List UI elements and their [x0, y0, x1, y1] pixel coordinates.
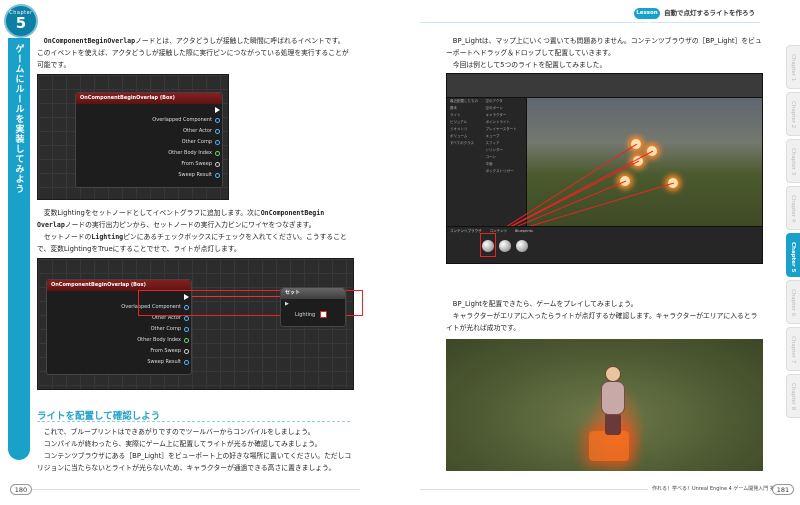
chapter-strip: ゲームにルールを実装してみよう: [8, 38, 30, 460]
set-node-title: セット: [281, 288, 345, 299]
pin-label: Other Body Index: [76, 148, 222, 159]
node-title: OnComponentBeginOverlap (Box): [76, 93, 222, 104]
header-rule: [420, 22, 760, 23]
ue4-editor-screenshot: 最近配置したもの 基本 ライト ビジュアル ジオメトリ ボリューム すべてのクラ…: [446, 73, 763, 264]
character-body: [601, 381, 625, 415]
chapter-tab-4[interactable]: Chapter 4: [786, 186, 800, 230]
lighting-checkbox[interactable]: [319, 311, 327, 318]
lesson-tag: Lesson 14: [634, 8, 660, 27]
chapter-tab-5[interactable]: Chapter 5: [786, 233, 800, 277]
chapter-tab-1[interactable]: Chapter 1: [786, 45, 800, 89]
character-head: [605, 366, 621, 382]
footer-book-title: 作れる！学べる！Unreal Engine 4 ゲーム開発入門 第2版: [652, 486, 784, 492]
chapter-badge-number: 5: [15, 14, 27, 32]
footer-rule-left: [30, 489, 360, 490]
pin-label: Sweep Result: [47, 357, 191, 368]
pin-label: Other Body Index: [47, 335, 191, 346]
blueprint-screenshot-1: OnComponentBeginOverlap (Box) Overlapped…: [37, 74, 229, 200]
set-node: セット ▶ Lighting: [280, 287, 346, 327]
chapter-tab-7[interactable]: Chapter 7: [786, 327, 800, 371]
blueprint-screenshot-2: OnComponentBeginOverlap (Box) Overlapped…: [37, 258, 363, 390]
asset-thumbnail[interactable]: [482, 240, 494, 252]
left-para-3: これで、ブループリントはできあがりですのでツールバーからコンパイルをしましょう。…: [37, 428, 352, 472]
character-legs: [605, 413, 621, 435]
overlap-event-node: OnComponentBeginOverlap (Box) Overlapped…: [75, 92, 223, 188]
left-para-2: 変数Lightingをセットノードとしてイベントグラフに追加します。次にOnCo…: [37, 209, 347, 253]
lesson-title: 自動で点灯するライトを作ろう: [664, 9, 755, 17]
page-number-left: 180: [10, 484, 32, 495]
pin-label: Overlapped Component: [76, 115, 222, 126]
page-number-right: 181: [772, 484, 794, 495]
section-rule: [37, 421, 350, 422]
right-para-1: BP_Lightは、マップ上にいくつ置いても問題ありません。コンテンツブラウザの…: [446, 37, 762, 69]
set-node-lighting: Lighting: [281, 310, 345, 321]
chapter-tabs: Chapter 1 Chapter 2 Chapter 3 Chapter 4 …: [786, 45, 800, 421]
chapter-tab-8[interactable]: Chapter 8: [786, 374, 800, 418]
content-browser-tab[interactable]: コンテンツブラウザ: [450, 229, 482, 234]
chapter-strip-title: ゲームにルールを実装してみよう: [13, 44, 24, 194]
footer-rule-right: [420, 489, 648, 490]
pin-label: Other Comp: [76, 137, 222, 148]
right-para-2: BP_Lightを配置できたら、ゲームをプレイしてみましょう。 キャラクターがエ…: [446, 300, 758, 332]
pin-label: Other Actor: [76, 126, 222, 137]
content-path[interactable]: Blueprints: [515, 229, 533, 234]
chapter-badge: Chapter 5: [4, 4, 38, 38]
asset-thumbnail[interactable]: [516, 240, 528, 252]
pin-label: From Sweep: [76, 159, 222, 170]
asset-thumbnail[interactable]: [499, 240, 511, 252]
chapter-tab-3[interactable]: Chapter 3: [786, 139, 800, 183]
chapter-tab-2[interactable]: Chapter 2: [786, 92, 800, 136]
chapter-tab-6[interactable]: Chapter 6: [786, 280, 800, 324]
pin-label: Other Comp: [47, 324, 191, 335]
left-para-1: OnComponentBeginOverlapノードとは、アクタどうしが接触した…: [37, 37, 349, 69]
section-heading: ライトを配置して確認しよう: [37, 411, 161, 422]
exec-out-pin: [76, 104, 222, 115]
light-floor-glow: [589, 431, 629, 461]
set-node-exec: ▶: [285, 301, 289, 307]
pin-label: From Sweep: [47, 346, 191, 357]
game-play-screenshot: [446, 339, 763, 471]
pin-label: Sweep Result: [76, 170, 222, 181]
